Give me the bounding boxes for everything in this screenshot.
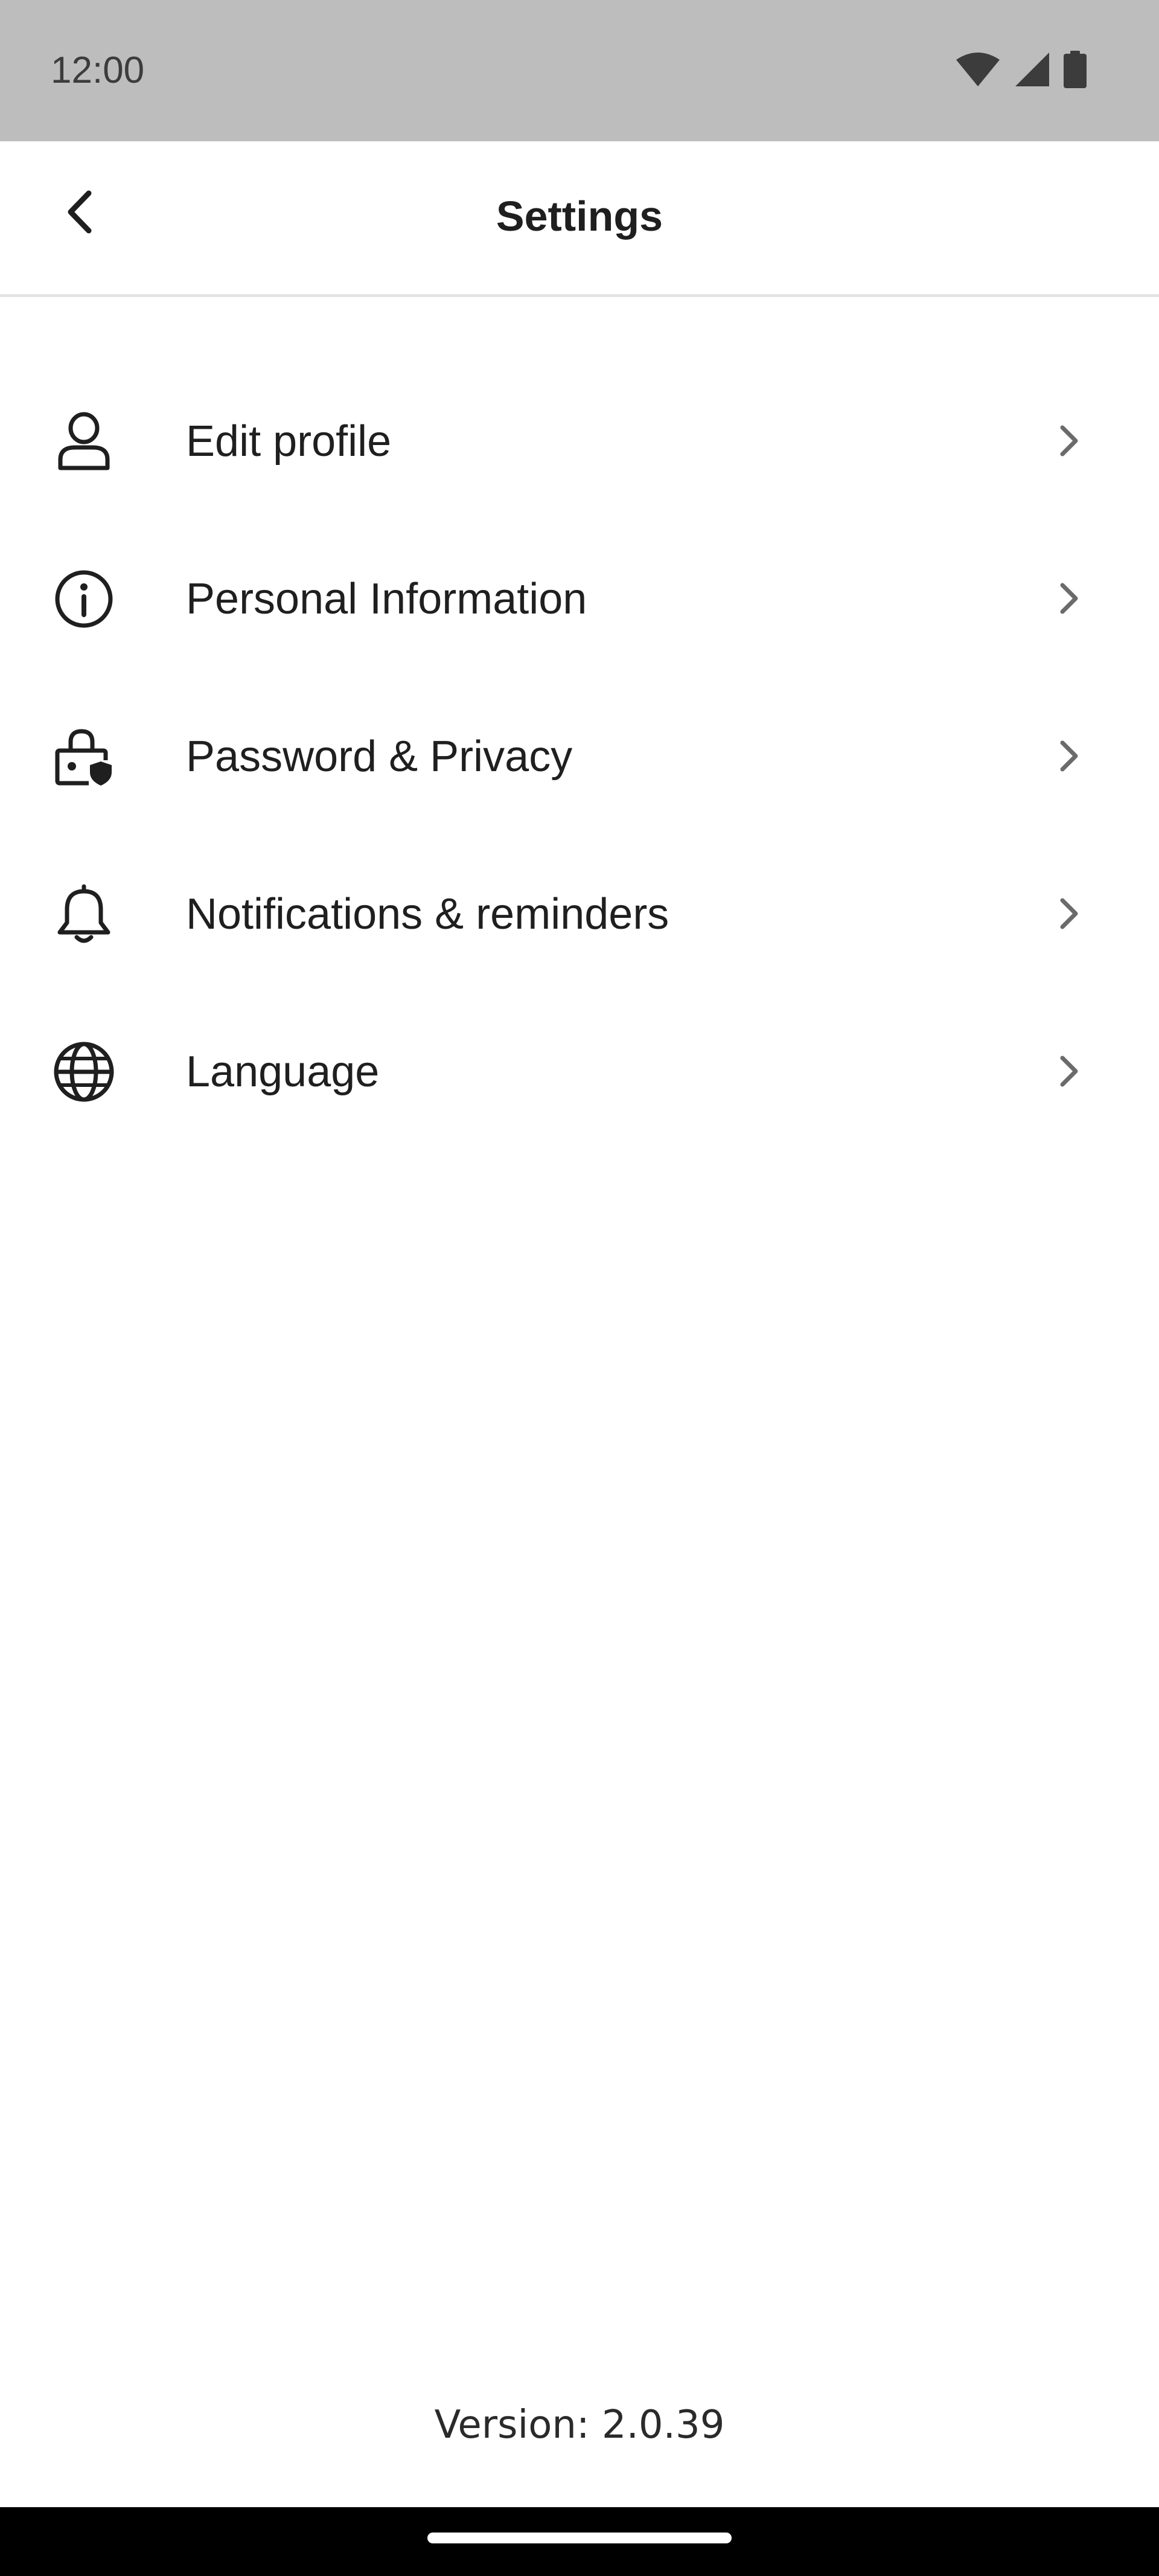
- user-icon: [51, 408, 117, 475]
- status-bar: 12:00: [0, 0, 1159, 141]
- menu-item-personal-information[interactable]: Personal Information: [0, 520, 1159, 678]
- status-time: 12:00: [51, 50, 145, 91]
- wifi-icon: [955, 51, 1001, 88]
- menu-item-label: Edit profile: [186, 417, 392, 466]
- chevron-right-icon: [1050, 738, 1087, 774]
- page-title: Settings: [496, 193, 663, 240]
- globe-icon: [51, 1039, 117, 1105]
- bell-icon: [51, 881, 117, 947]
- info-icon: [51, 566, 117, 632]
- menu-item-language[interactable]: Language: [0, 993, 1159, 1150]
- menu-item-edit-profile[interactable]: Edit profile: [0, 362, 1159, 520]
- version-label: Version: 2.0.39: [434, 2403, 725, 2447]
- menu-item-label: Password & Privacy: [186, 732, 573, 781]
- menu-item-notifications-reminders[interactable]: Notifications & reminders: [0, 835, 1159, 993]
- chevron-right-icon: [1050, 423, 1087, 459]
- status-icons: [955, 51, 1087, 88]
- chevron-right-icon: [1050, 1053, 1087, 1089]
- chevron-right-icon: [1050, 896, 1087, 932]
- menu-item-label: Language: [186, 1048, 380, 1096]
- signal-icon: [1014, 51, 1050, 88]
- home-indicator[interactable]: [427, 2533, 732, 2543]
- lock-shield-icon: [51, 723, 117, 790]
- menu-item-password-privacy[interactable]: Password & Privacy: [0, 678, 1159, 835]
- battery-icon: [1064, 51, 1087, 88]
- navigation-bar: [0, 2507, 1159, 2576]
- menu-item-label: Notifications & reminders: [186, 890, 669, 938]
- chevron-right-icon: [1050, 580, 1087, 617]
- settings-screen: 12:00 Settings Edit profile Personal Inf…: [0, 0, 1159, 2576]
- menu-item-label: Personal Information: [186, 575, 587, 623]
- settings-menu: Edit profile Personal Information Passwo…: [0, 362, 1159, 1150]
- app-bar: Settings: [0, 141, 1159, 297]
